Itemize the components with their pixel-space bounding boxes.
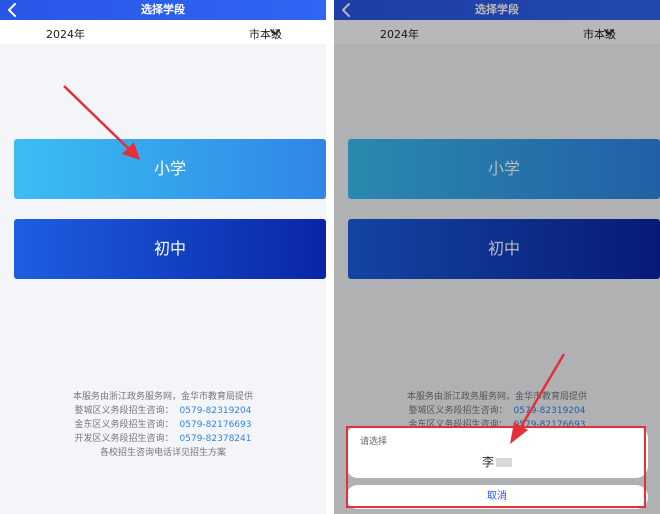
action-sheet-title: 请选择 [360, 437, 388, 447]
action-sheet: 请选择 李 [346, 426, 648, 478]
year-label: 2024年 [46, 28, 85, 41]
filter-bar: 2024年 市本级 [0, 20, 326, 44]
footer-district-row: 开发区义务段招生咨询： 0579-82378241 [0, 432, 326, 446]
page-title: 选择学段 [141, 3, 185, 16]
footer-district-row: 金东区义务段招生咨询： 0579-82176693 [0, 418, 326, 432]
option-label: 李 [481, 455, 494, 469]
middle-school-button[interactable]: 初中 [14, 219, 326, 279]
district-phone[interactable]: 0579-82378241 [180, 434, 252, 444]
district-phone[interactable]: 0579-82176693 [180, 420, 252, 430]
footer-info: 本服务由浙江政务服务网，金华市教育局提供 婺城区义务段招生咨询： 0579-823… [0, 390, 326, 460]
action-sheet-option[interactable]: 李 [346, 453, 648, 470]
footer-provider: 本服务由浙江政务服务网，金华市教育局提供 [72, 392, 253, 402]
redacted-text [496, 458, 512, 467]
district-name: 开发区义务段招生咨询： [74, 434, 174, 444]
cancel-sheet: 取消 [346, 485, 648, 509]
chevron-left-icon [8, 3, 16, 17]
screen-right: 选择学段 2024年 市本级 小学 初中 本服务由浙江政务服务网，金华市教育局提… [334, 0, 660, 514]
app-header: 选择学段 [0, 0, 326, 20]
chevron-down-icon [270, 29, 280, 35]
district-name: 婺城区义务段招生咨询： [74, 406, 174, 416]
back-button[interactable] [6, 0, 22, 20]
annotation-arrow-icon [63, 85, 140, 160]
district-phone[interactable]: 0579-82319204 [180, 406, 252, 416]
annotation-arrow-icon [510, 353, 566, 444]
footer-district-row: 婺城区义务段招生咨询： 0579-82319204 [0, 404, 326, 418]
footer-note: 各校招生咨询电话详见招生方案 [99, 448, 226, 458]
cancel-button[interactable]: 取消 [346, 485, 648, 509]
screen-left: 选择学段 2024年 市本级 小学 初中 本服务由浙江政务服务网，金华市教育局提… [0, 0, 326, 514]
district-name: 金东区义务段招生咨询： [74, 420, 174, 430]
